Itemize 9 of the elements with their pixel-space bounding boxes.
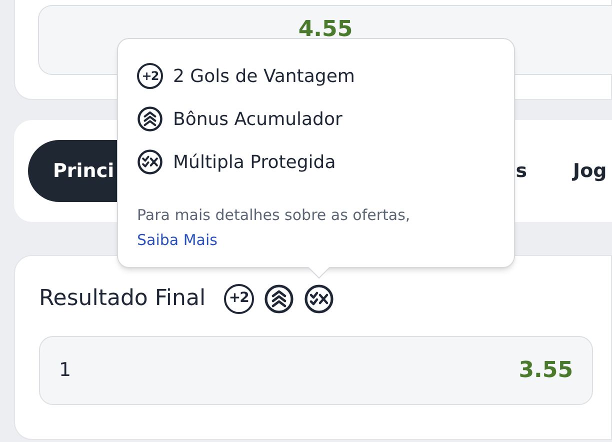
offer-label: Bônus Acumulador [173,108,342,132]
plus-two-icon: +2 [137,63,163,89]
offer-label: 2 Gols de Vantagem [173,64,355,88]
plus-two-icon: +2 [224,284,254,314]
tooltip-note: Para mais detalhes sobre as ofertas, [137,205,412,226]
selection-label: 1 [59,358,72,384]
odds-value: 4.55 [298,16,353,44]
odds-value: 3.55 [518,357,573,385]
market-title: Resultado Final [39,285,206,313]
